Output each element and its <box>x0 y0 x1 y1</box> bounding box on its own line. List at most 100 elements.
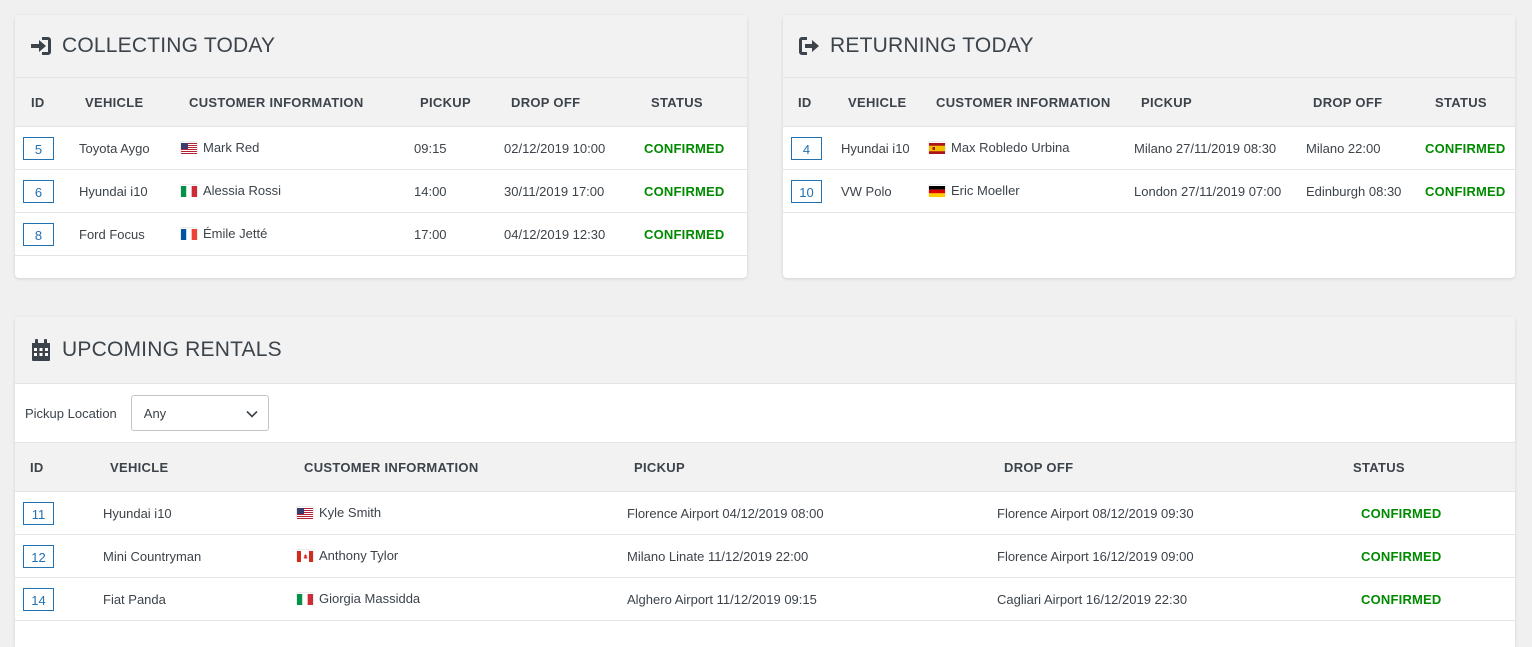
vehicle-cell: Hyundai i10 <box>833 126 929 170</box>
customer-name: Max Robledo Urbina <box>951 139 1070 155</box>
collecting-today-panel: COLLECTING TODAY ID VEHICLE CUSTOMER INF… <box>15 15 747 278</box>
customer-name: Eric Moeller <box>951 182 1020 198</box>
col-header-pickup: PICKUP <box>1133 78 1305 127</box>
filter-row: Pickup Location Any <box>15 384 1515 443</box>
collecting-today-header: COLLECTING TODAY <box>15 15 747 78</box>
col-header-customer: CUSTOMER INFORMATION <box>181 78 414 127</box>
vehicle-cell: Mini Countryman <box>95 534 289 578</box>
status-badge: CONFIRMED <box>1337 491 1515 535</box>
customer-name: Anthony Tylor <box>319 547 399 563</box>
col-header-vehicle: VEHICLE <box>95 443 289 492</box>
col-header-vehicle: VEHICLE <box>79 78 181 127</box>
fr-flag-icon <box>181 228 197 240</box>
booking-id-link[interactable]: 14 <box>23 587 54 611</box>
sign-out-icon <box>797 34 821 58</box>
pickup-cell: Milano Linate 11/12/2019 22:00 <box>619 534 989 578</box>
col-header-dropoff: DROP OFF <box>1305 78 1425 127</box>
col-header-status: STATUS <box>1425 78 1515 127</box>
returning-today-header: RETURNING TODAY <box>783 15 1515 78</box>
ca-flag-icon <box>297 550 313 562</box>
customer-name: Mark Red <box>203 139 260 155</box>
es-flag-icon <box>929 142 945 154</box>
table-row: 4 Hyundai i10 Max Robledo Urbina Milano … <box>783 126 1515 170</box>
panel-title: RETURNING TODAY <box>830 34 1034 57</box>
pickup-location-label: Pickup Location <box>25 405 117 421</box>
col-header-id: ID <box>15 78 79 127</box>
panel-title: UPCOMING RENTALS <box>62 338 282 361</box>
collecting-table: ID VEHICLE CUSTOMER INFORMATION PICKUP D… <box>15 78 747 256</box>
pickup-cell: 14:00 <box>414 169 504 213</box>
pickup-cell: London 27/11/2019 07:00 <box>1133 169 1305 213</box>
booking-id-link[interactable]: 10 <box>791 179 822 203</box>
table-row: 6 Hyundai i10 Alessia Rossi 14:00 30/11/… <box>15 169 747 213</box>
booking-id-link[interactable]: 4 <box>791 136 822 160</box>
returning-table: ID VEHICLE CUSTOMER INFORMATION PICKUP D… <box>783 78 1515 213</box>
returning-today-panel: RETURNING TODAY ID VEHICLE CUSTOMER INFO… <box>783 15 1515 278</box>
vehicle-cell: Toyota Aygo <box>79 126 181 170</box>
panel-title: COLLECTING TODAY <box>62 34 276 57</box>
booking-id-link[interactable]: 11 <box>23 501 54 525</box>
dropoff-cell: 30/11/2019 17:00 <box>504 169 644 213</box>
pickup-cell: Milano 27/11/2019 08:30 <box>1133 126 1305 170</box>
booking-id-link[interactable]: 8 <box>23 222 54 246</box>
status-badge: CONFIRMED <box>644 126 747 170</box>
col-header-dropoff: DROP OFF <box>504 78 644 127</box>
customer-name: Giorgia Massidda <box>319 590 421 606</box>
us-flag-icon <box>297 507 313 519</box>
us-flag-icon <box>181 142 197 154</box>
customer-name: Émile Jetté <box>203 225 268 241</box>
it-flag-icon <box>181 185 197 197</box>
dropoff-cell: 02/12/2019 10:00 <box>504 126 644 170</box>
col-header-customer: CUSTOMER INFORMATION <box>929 78 1133 127</box>
col-header-id: ID <box>783 78 833 127</box>
pickup-cell: 17:00 <box>414 212 504 256</box>
status-badge: CONFIRMED <box>644 212 747 256</box>
table-row: 8 Ford Focus Émile Jetté 17:00 04/12/201… <box>15 212 747 256</box>
chevron-down-icon <box>246 406 258 421</box>
dropoff-cell: Edinburgh 08:30 <box>1305 169 1425 213</box>
booking-id-link[interactable]: 5 <box>23 136 54 160</box>
vehicle-cell: Hyundai i10 <box>95 491 289 535</box>
sign-in-icon <box>29 34 53 58</box>
customer-name: Alessia Rossi <box>203 182 282 198</box>
upcoming-rentals-header: UPCOMING RENTALS <box>15 317 1515 384</box>
booking-id-link[interactable]: 6 <box>23 179 54 203</box>
pickup-cell: Alghero Airport 11/12/2019 09:15 <box>619 577 989 621</box>
status-badge: CONFIRMED <box>1425 169 1515 213</box>
table-row: 11 Hyundai i10 Kyle Smith Florence Airpo… <box>15 491 1515 535</box>
vehicle-cell: Hyundai i10 <box>79 169 181 213</box>
select-value: Any <box>143 405 167 421</box>
table-row: 5 Toyota Aygo Mark Red 09:15 02/12/2019 … <box>15 126 747 170</box>
col-header-customer: CUSTOMER INFORMATION <box>289 443 619 492</box>
vehicle-cell: VW Polo <box>833 169 929 213</box>
upcoming-table: ID VEHICLE CUSTOMER INFORMATION PICKUP D… <box>15 443 1515 621</box>
it-flag-icon <box>297 593 313 605</box>
status-badge: CONFIRMED <box>1337 577 1515 621</box>
dropoff-cell: Cagliari Airport 16/12/2019 22:30 <box>989 577 1337 621</box>
dropoff-cell: Milano 22:00 <box>1305 126 1425 170</box>
table-row: 14 Fiat Panda Giorgia Massidda Alghero A… <box>15 577 1515 621</box>
table-row: 12 Mini Countryman Anthony Tylor Milano … <box>15 534 1515 578</box>
table-row: 10 VW Polo Eric Moeller London 27/11/201… <box>783 169 1515 213</box>
status-badge: CONFIRMED <box>1337 534 1515 578</box>
col-header-status: STATUS <box>644 78 747 127</box>
booking-id-link[interactable]: 12 <box>23 544 54 568</box>
dropoff-cell: Florence Airport 16/12/2019 09:00 <box>989 534 1337 578</box>
dropoff-cell: 04/12/2019 12:30 <box>504 212 644 256</box>
calendar-icon <box>29 338 53 362</box>
col-header-pickup: PICKUP <box>619 443 989 492</box>
customer-name: Kyle Smith <box>319 504 382 520</box>
vehicle-cell: Fiat Panda <box>95 577 289 621</box>
status-badge: CONFIRMED <box>644 169 747 213</box>
upcoming-rentals-panel: UPCOMING RENTALS Pickup Location Any ID … <box>15 317 1515 647</box>
de-flag-icon <box>929 185 945 197</box>
pickup-location-select[interactable]: Any <box>130 395 269 431</box>
pickup-cell: Florence Airport 04/12/2019 08:00 <box>619 491 989 535</box>
col-header-status: STATUS <box>1337 443 1515 492</box>
dropoff-cell: Florence Airport 08/12/2019 09:30 <box>989 491 1337 535</box>
status-badge: CONFIRMED <box>1425 126 1515 170</box>
col-header-id: ID <box>15 443 95 492</box>
col-header-vehicle: VEHICLE <box>833 78 929 127</box>
col-header-pickup: PICKUP <box>414 78 504 127</box>
vehicle-cell: Ford Focus <box>79 212 181 256</box>
